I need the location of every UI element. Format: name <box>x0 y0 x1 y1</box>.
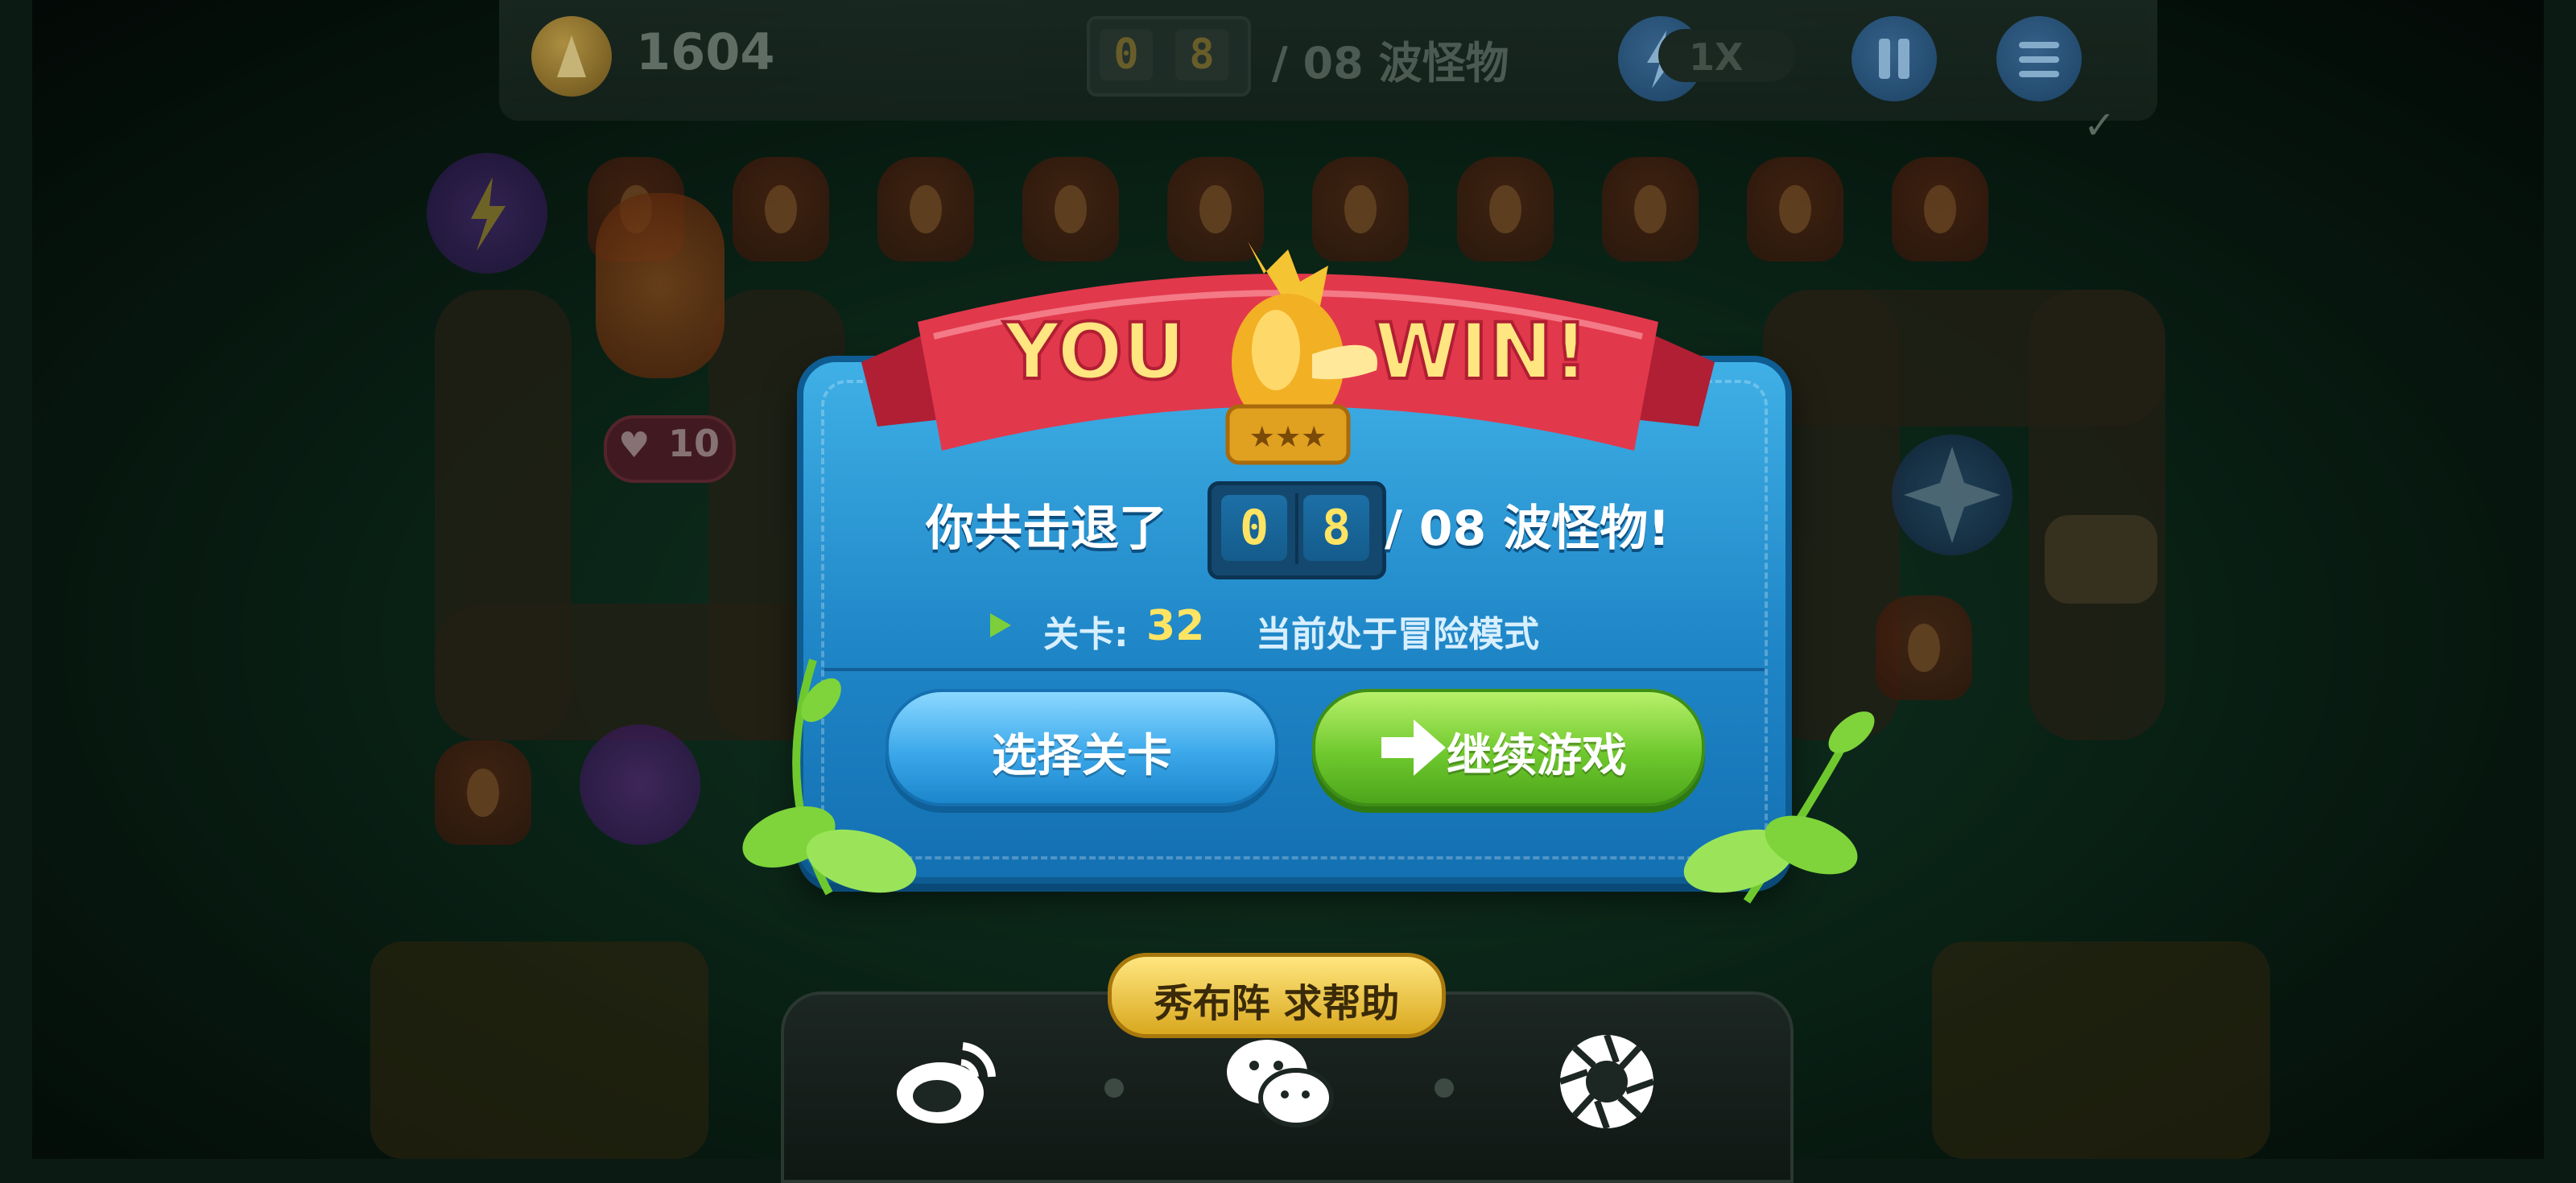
killed-prefix: 你共击退了 <box>926 501 1167 557</box>
coin-count: 1604 <box>636 23 775 81</box>
counter-digit: 8 <box>1303 495 1369 561</box>
counter-divider <box>1295 493 1298 564</box>
vine-leaves-right-icon <box>1683 711 1875 904</box>
level-number: 32 <box>1146 602 1205 650</box>
wave-counter: 0 8 <box>1087 16 1251 97</box>
vine-leaves-left-icon <box>742 658 917 896</box>
banner-you-text: YOU <box>1003 307 1186 397</box>
separator-dot <box>1104 1078 1124 1098</box>
menu-icon <box>2019 42 2059 77</box>
mode-text: 当前处于冒险模式 <box>1256 614 1539 655</box>
wechat-icon[interactable] <box>1222 1025 1335 1138</box>
banner-win-text: WIN! <box>1374 307 1588 397</box>
wave-total: / 08 波怪物 <box>1272 38 1509 89</box>
separator-dot <box>1435 1078 1454 1098</box>
weibo-icon[interactable] <box>890 1025 1003 1138</box>
wave-digit: 8 <box>1175 29 1228 80</box>
pause-button[interactable] <box>1852 16 1937 101</box>
continue-game-button[interactable]: 继续游戏 <box>1312 689 1705 806</box>
top-hud: 1604 0 8 / 08 波怪物 1X <box>499 0 2157 121</box>
panel-divider <box>824 668 1765 671</box>
killed-suffix: / 08 波怪物! <box>1385 501 1670 557</box>
play-arrow-icon <box>990 613 1011 637</box>
check-icon: ✓ <box>2083 103 2116 148</box>
moments-icon[interactable] <box>1550 1025 1663 1138</box>
continue-game-label: 继续游戏 <box>1447 730 1627 782</box>
share-title: 秀布阵 求帮助 <box>1154 981 1400 1026</box>
wave-result-counter: 0 8 <box>1208 481 1386 579</box>
level-label: 关卡: <box>1043 614 1129 655</box>
counter-digit: 0 <box>1221 495 1287 561</box>
wave-digit: 0 <box>1100 29 1153 80</box>
speed-value: 1X <box>1689 35 1744 79</box>
pause-icon <box>1879 39 1909 79</box>
you-win-banner: YOU WIN! ★★★ <box>861 241 1715 465</box>
coin-icon <box>531 16 612 97</box>
menu-button[interactable] <box>1996 16 2082 101</box>
star-rating: ★★★ <box>1249 421 1327 454</box>
